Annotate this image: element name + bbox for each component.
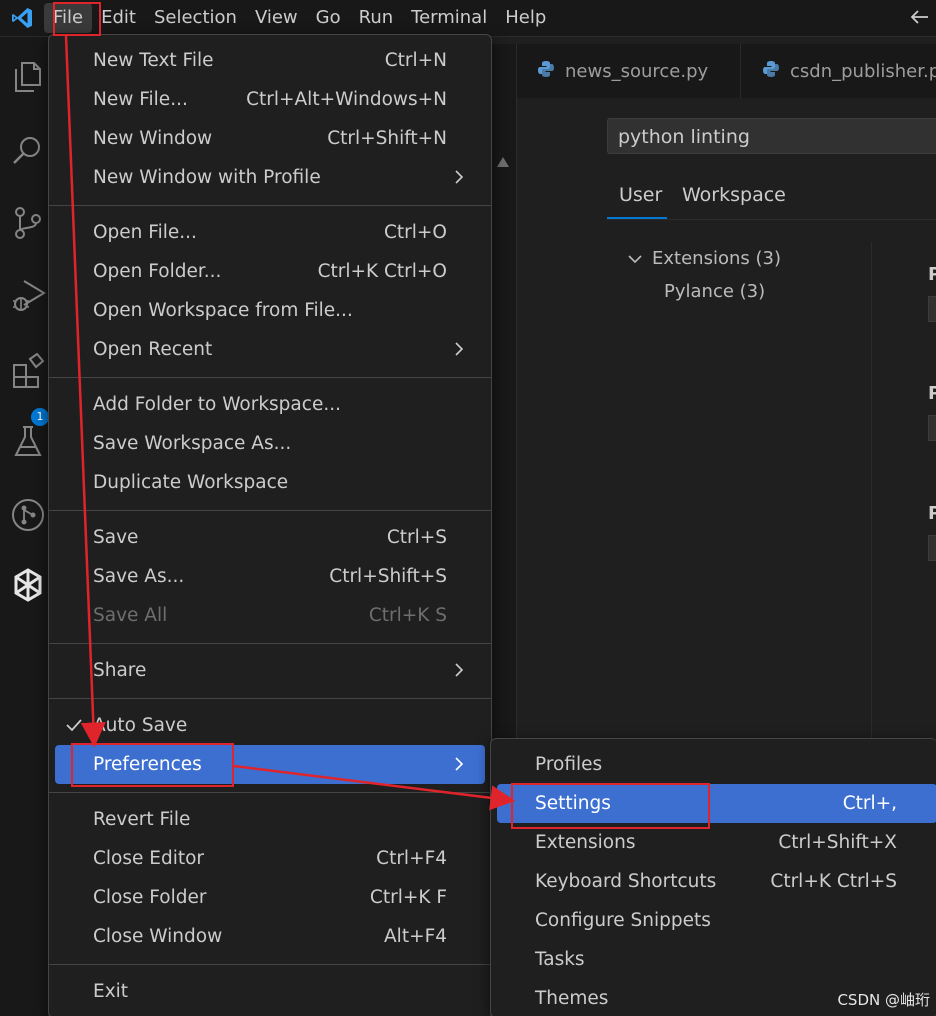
explorer-icon[interactable] [10,59,46,95]
preferences-submenu: Profiles Settings Ctrl+, Extensions Ctrl+S… [490,738,936,1016]
menu-item-new-window[interactable]: New Window Ctrl+Shift+N [55,119,485,158]
chevron-right-icon [455,170,464,184]
search-icon[interactable] [10,133,46,169]
toc-extensions[interactable]: Extensions (3) [652,248,781,269]
tab-label: news_source.py [565,60,709,82]
chevron-down-icon[interactable] [626,250,644,268]
run-debug-icon[interactable] [10,277,46,313]
scope-tab-user[interactable]: User [619,184,662,206]
menu-item-tasks[interactable]: Tasks [497,940,936,979]
menubar: File Edit Selection View Go Run Terminal… [0,0,936,37]
toc-divider [871,242,872,742]
setting-control-partial[interactable] [928,415,936,441]
menu-terminal[interactable]: Terminal [402,3,496,33]
chevron-right-icon [455,757,464,771]
setting-title-partial: P [928,503,936,524]
setting-title-partial: P [928,383,936,404]
menu-item-keyboard-shortcuts[interactable]: Keyboard Shortcuts Ctrl+K Ctrl+S [497,862,936,901]
vscode-logo-icon [0,0,44,36]
menu-separator [49,698,491,699]
menu-view[interactable]: View [246,3,307,33]
menu-item-duplicate-workspace[interactable]: Duplicate Workspace [55,463,485,502]
menu-item-close-window[interactable]: Close Window Alt+F4 [55,917,485,956]
menu-item-open-folder[interactable]: Open Folder... Ctrl+K Ctrl+O [55,252,485,291]
tab-partial[interactable] [490,44,517,98]
editor-tab-bar: news_source.py csdn_publisher.py [490,44,936,99]
menu-item-save-workspace-as[interactable]: Save Workspace As... [55,424,485,463]
menu-item-open-file[interactable]: Open File... Ctrl+O [55,213,485,252]
menu-run[interactable]: Run [350,3,403,33]
ai-assistant-icon[interactable] [10,567,46,603]
menu-item-auto-save[interactable]: Auto Save [55,706,485,745]
menu-selection[interactable]: Selection [145,3,246,33]
git-graph-icon[interactable] [10,497,46,533]
menu-separator [49,643,491,644]
menu-item-new-window-profile[interactable]: New Window with Profile [55,158,485,197]
scope-divider [607,219,936,220]
menu-item-close-editor[interactable]: Close Editor Ctrl+F4 [55,839,485,878]
menu-separator [49,792,491,793]
menu-go[interactable]: Go [307,3,350,33]
chevron-right-icon [455,663,464,677]
annotation-box-file [53,2,101,36]
menu-separator [49,964,491,965]
source-control-icon[interactable] [10,205,46,241]
menu-item-share[interactable]: Share [55,651,485,690]
menu-item-save-all: Save All Ctrl+K S [93,605,447,626]
menu-item-add-folder[interactable]: Add Folder to Workspace... [55,385,485,424]
menu-item-open-workspace[interactable]: Open Workspace from File... [55,291,485,330]
menu-item-revert-file[interactable]: Revert File [55,800,485,839]
python-file-icon [762,60,780,83]
tab-label: csdn_publisher.py [790,60,936,82]
vscode-window: File Edit Selection View Go Run Terminal… [0,0,936,1016]
menu-separator [49,510,491,511]
menu-item-new-file[interactable]: New File... Ctrl+Alt+Windows+N [55,80,485,119]
chevron-right-icon [455,342,464,356]
scroll-up-icon[interactable] [496,156,510,168]
toc-pylance[interactable]: Pylance (3) [664,281,765,302]
annotation-box-settings [511,783,710,829]
menu-separator [49,205,491,206]
menu-item-new-text-file[interactable]: New Text File Ctrl+N [55,41,485,80]
menu-separator [49,377,491,378]
activity-bar: 1 [0,37,49,1016]
tab-news-source[interactable]: news_source.py [517,44,741,98]
tab-csdn-publisher[interactable]: csdn_publisher.py [742,44,936,98]
settings-search-input[interactable]: python linting [607,118,936,154]
watermark: CSDN @岫珩 [837,991,930,1009]
scope-tab-workspace[interactable]: Workspace [682,184,786,206]
menu-item-profiles[interactable]: Profiles [497,745,936,784]
setting-title-partial: P [928,264,936,285]
back-arrow-icon[interactable] [908,6,930,28]
extensions-icon[interactable] [10,352,46,389]
menu-help[interactable]: Help [496,3,555,33]
menu-item-save[interactable]: Save Ctrl+S [55,518,485,557]
checkmark-icon [66,719,82,732]
setting-control-partial[interactable] [928,535,936,561]
python-file-icon [537,60,555,83]
testing-icon[interactable] [10,423,46,459]
menu-item-open-recent[interactable]: Open Recent [55,330,485,369]
menu-item-configure-snippets[interactable]: Configure Snippets [497,901,936,940]
annotation-box-preferences [71,743,234,787]
file-menu: New Text File Ctrl+N New File... Ctrl+Alt+… [48,34,492,1016]
setting-control-partial[interactable] [928,296,936,322]
menu-item-save-as[interactable]: Save As... Ctrl+Shift+S [55,557,485,596]
menu-item-close-folder[interactable]: Close Folder Ctrl+K F [55,878,485,917]
menu-item-exit[interactable]: Exit [55,972,485,1011]
scope-active-indicator [607,217,667,219]
